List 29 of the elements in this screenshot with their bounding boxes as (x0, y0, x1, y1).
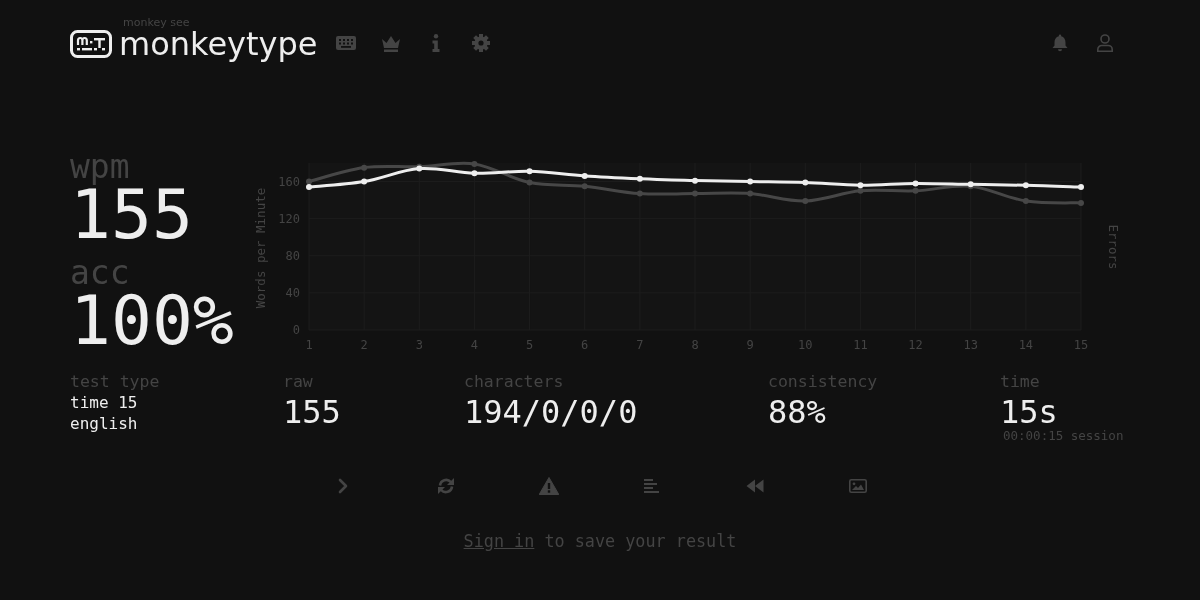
data-point (636, 190, 643, 197)
data-point (1078, 184, 1084, 191)
stat-value: 88% (768, 395, 827, 429)
data-point (1022, 182, 1029, 189)
data-point (692, 190, 698, 197)
data-point (692, 177, 698, 184)
logo-icon[interactable] (70, 30, 112, 58)
data-point (526, 168, 533, 175)
data-point (581, 183, 588, 190)
data-point (471, 170, 478, 177)
data-point (361, 164, 368, 171)
stat-value: 155 (283, 395, 342, 429)
data-point (526, 179, 533, 186)
data-point (747, 178, 754, 185)
accuracy-value: 100% (70, 290, 235, 352)
data-point (802, 198, 809, 205)
test-type-value: english (70, 413, 139, 434)
data-point (1078, 199, 1084, 206)
data-point (471, 160, 478, 167)
stat-value: 194/0/0/0 (464, 395, 639, 429)
data-point (581, 173, 588, 179)
data-point (747, 190, 754, 197)
test-type-value: time 15 (70, 392, 139, 413)
wpm-value: 155 (70, 184, 194, 246)
data-point (1022, 198, 1029, 205)
data-point (802, 179, 809, 186)
data-point (361, 178, 368, 185)
stat-value: 15s (1000, 395, 1059, 429)
data-point (636, 175, 643, 182)
